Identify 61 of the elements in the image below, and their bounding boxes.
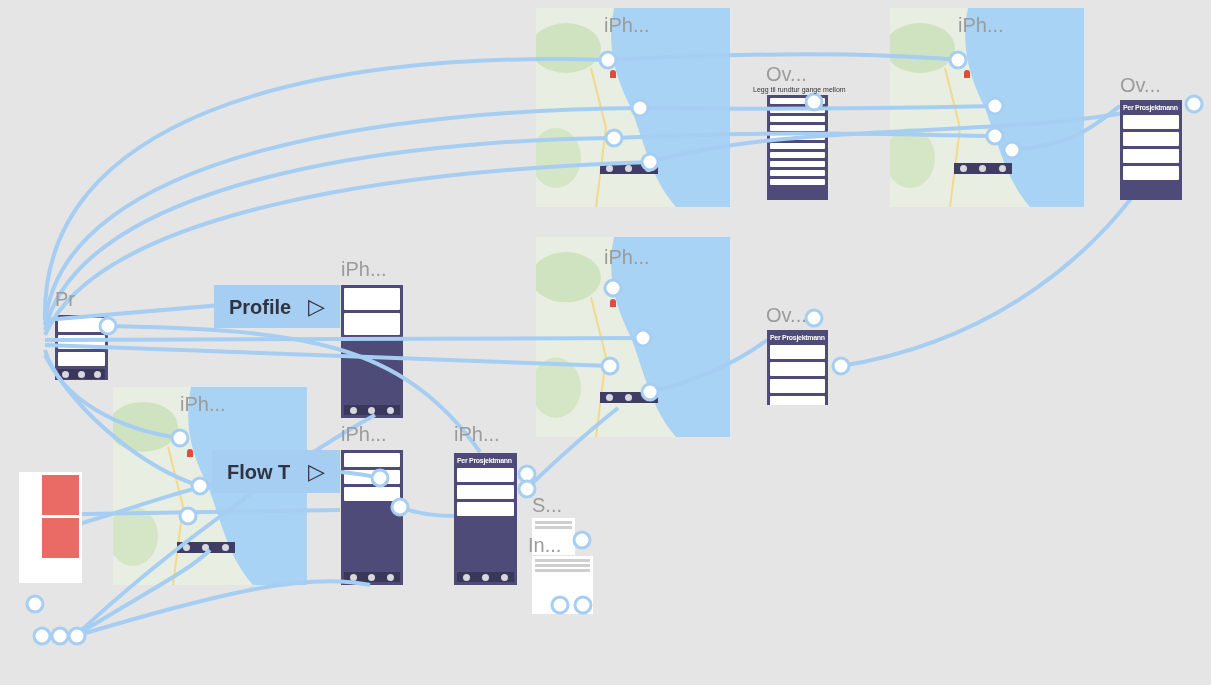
card bbox=[770, 143, 825, 149]
frame-title: In... bbox=[528, 534, 562, 556]
map-pin-icon bbox=[964, 70, 970, 78]
text-line bbox=[535, 564, 590, 567]
text-line bbox=[535, 569, 590, 572]
tab-icon[interactable] bbox=[998, 165, 1006, 172]
card bbox=[1123, 166, 1179, 180]
tab-icon[interactable] bbox=[482, 573, 489, 581]
tab-icon[interactable] bbox=[387, 406, 395, 414]
card bbox=[344, 288, 400, 310]
tab-icon[interactable] bbox=[463, 573, 470, 581]
card bbox=[457, 502, 514, 516]
card bbox=[770, 362, 825, 376]
card bbox=[770, 152, 825, 158]
map-pin-icon bbox=[187, 449, 193, 457]
card bbox=[770, 161, 825, 167]
tab-icon[interactable] bbox=[368, 406, 376, 414]
tab-icon[interactable] bbox=[606, 394, 614, 401]
tab-icon[interactable] bbox=[387, 573, 395, 581]
tab-icon[interactable] bbox=[202, 544, 210, 551]
tab-icon[interactable] bbox=[960, 165, 968, 172]
frame-title: iPh... bbox=[341, 423, 387, 445]
card bbox=[457, 468, 514, 482]
frame-title: Ov... bbox=[1120, 74, 1161, 96]
map-pin-icon bbox=[610, 70, 616, 78]
card bbox=[457, 485, 514, 499]
flow-start-button[interactable]: Flow T ▷ bbox=[212, 450, 340, 493]
card bbox=[770, 379, 825, 393]
text-line bbox=[535, 521, 572, 524]
frame-title: Ov... bbox=[766, 63, 807, 85]
tab-icon[interactable] bbox=[625, 165, 633, 172]
card bbox=[1123, 149, 1179, 163]
card bbox=[770, 170, 825, 176]
text-line bbox=[535, 526, 572, 529]
flow-start-button[interactable]: Profile ▷ bbox=[214, 285, 340, 328]
tab-icon[interactable] bbox=[368, 573, 376, 581]
card bbox=[344, 487, 400, 501]
tab-icon[interactable] bbox=[979, 165, 987, 172]
card bbox=[770, 345, 825, 359]
tab-icon[interactable] bbox=[221, 544, 229, 551]
frame-title: Ov... bbox=[766, 304, 807, 326]
tab-icon[interactable] bbox=[625, 394, 633, 401]
card bbox=[770, 179, 825, 185]
card bbox=[1123, 132, 1179, 146]
tab-icon[interactable] bbox=[349, 573, 357, 581]
tab-icon[interactable] bbox=[501, 573, 508, 581]
frame-title: iPh... bbox=[341, 258, 387, 280]
frame-title: Pr bbox=[55, 288, 75, 310]
tab-icon[interactable] bbox=[183, 544, 191, 551]
tab-icon[interactable] bbox=[606, 165, 614, 172]
card bbox=[770, 116, 825, 122]
card bbox=[344, 453, 400, 467]
map-pin-icon bbox=[610, 299, 616, 307]
card bbox=[344, 313, 400, 335]
card bbox=[1123, 115, 1179, 129]
card bbox=[770, 134, 825, 140]
card bbox=[58, 352, 105, 366]
card bbox=[770, 125, 825, 131]
text-line bbox=[535, 559, 590, 562]
tab-icon[interactable] bbox=[349, 406, 357, 414]
frame-title: S... bbox=[532, 494, 562, 516]
